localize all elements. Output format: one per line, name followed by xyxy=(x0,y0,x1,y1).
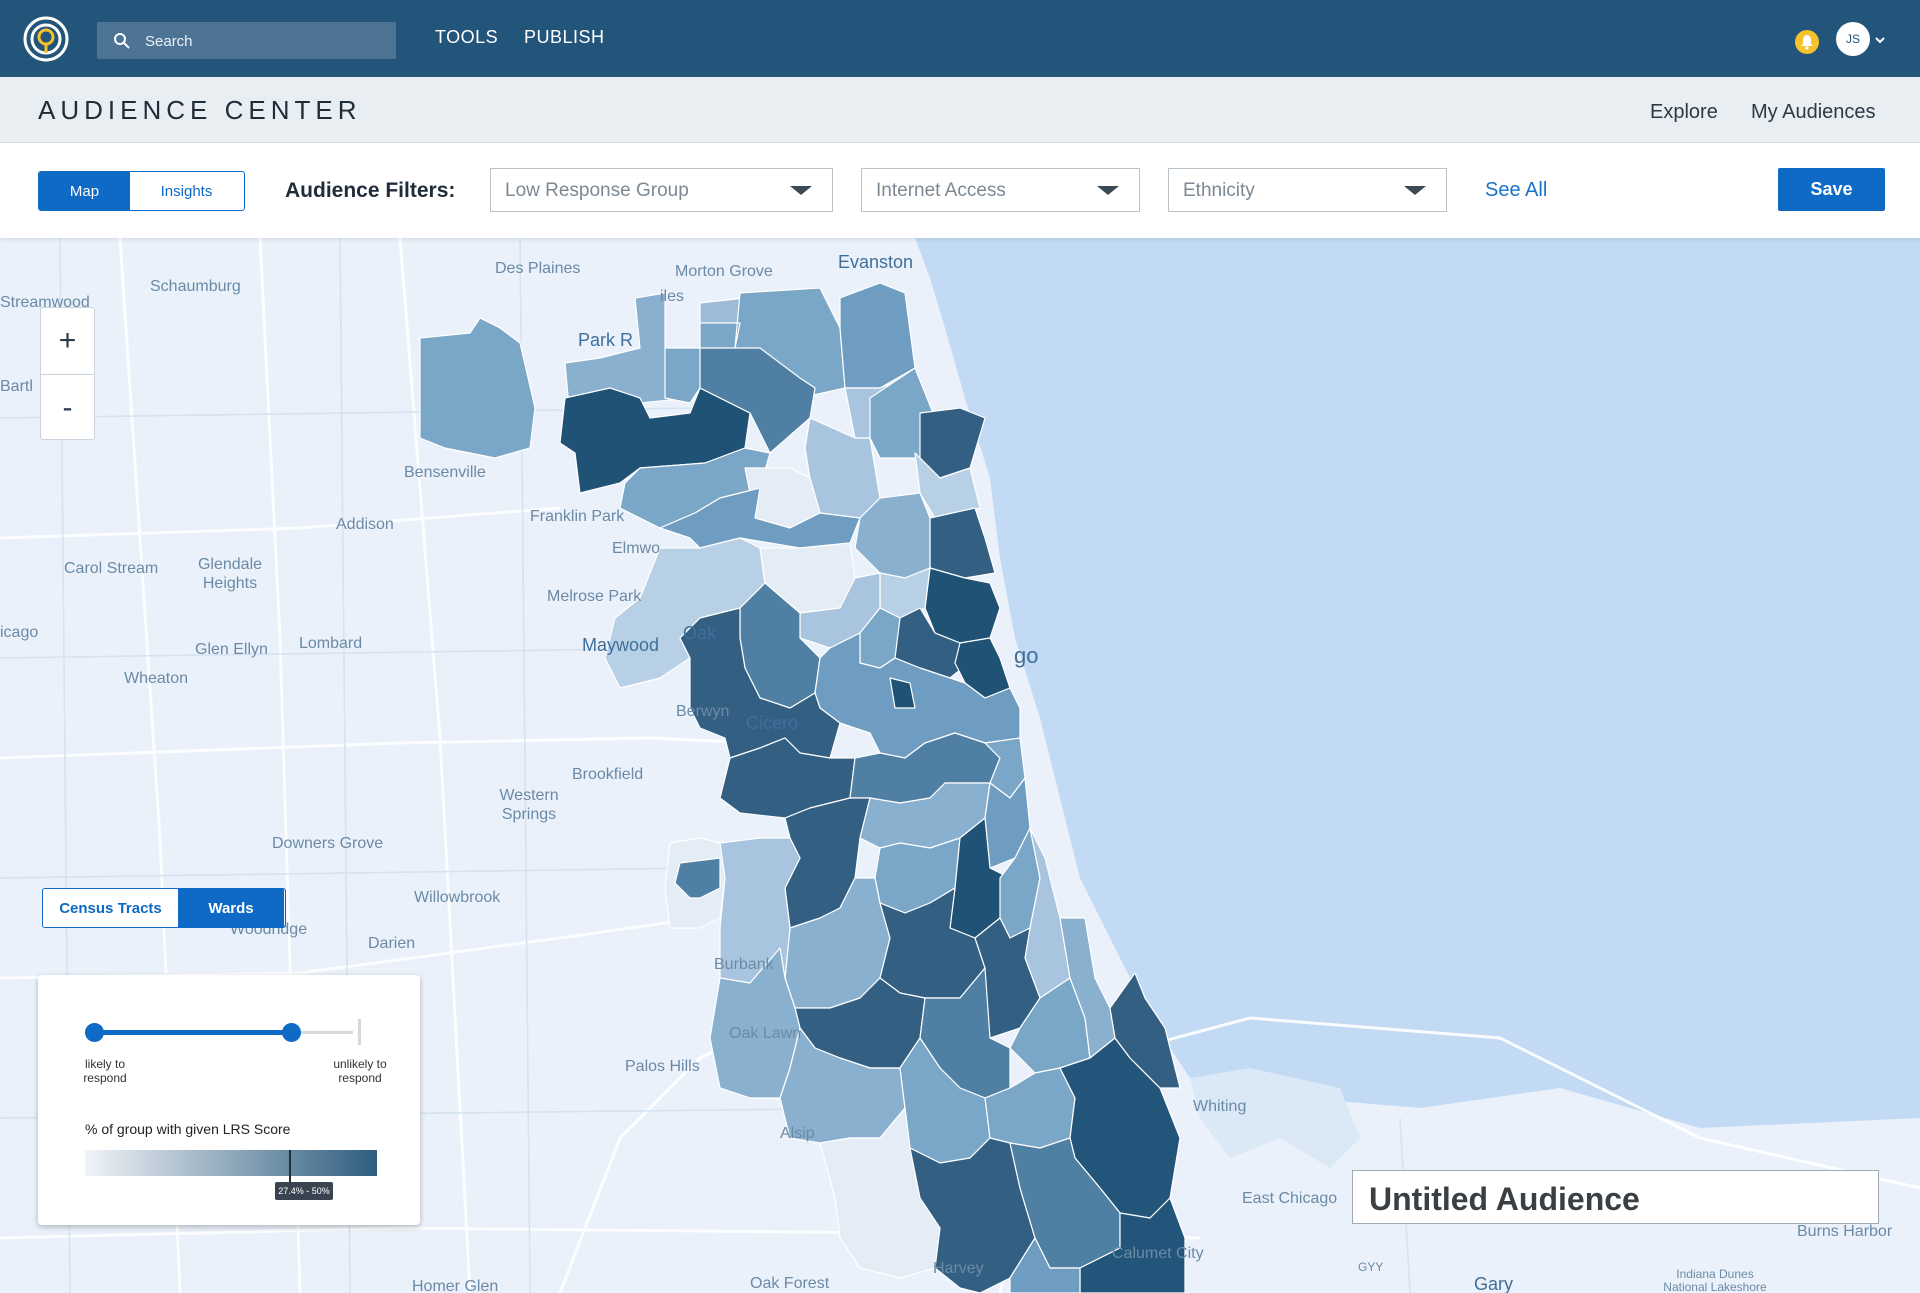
map-label: go xyxy=(1014,643,1039,668)
map-canvas[interactable]: Schaumburg Des Plaines Morton Grove Evan… xyxy=(0,238,1920,1293)
map-label: Schaumburg xyxy=(150,278,241,295)
zoom-out-button[interactable]: - xyxy=(41,374,94,440)
map-label: East Chicago xyxy=(1242,1190,1338,1207)
ward-rogers xyxy=(839,282,916,389)
slider-range xyxy=(95,1030,293,1035)
chevron-down-icon xyxy=(1097,186,1119,195)
likely-label: likely to respond xyxy=(83,1057,127,1085)
map-label: Bensenville xyxy=(404,464,486,481)
map-label: Lombard xyxy=(299,635,363,652)
map-label: Franklin Park xyxy=(530,508,625,525)
audience-title-input[interactable]: Untitled Audience xyxy=(1352,1170,1879,1224)
map-label: Downers Grove xyxy=(272,835,384,852)
legend-heading: % of group with given LRS Score xyxy=(85,1121,291,1137)
map-label: Melrose Park xyxy=(547,588,642,605)
map-label: Wheaton xyxy=(124,670,189,687)
audience-title: Untitled Audience xyxy=(1369,1181,1640,1217)
zoom-in-button[interactable]: + xyxy=(41,308,94,374)
top-nav: Search TOOLS PUBLISH JS xyxy=(0,0,1920,77)
map-label: Maywood xyxy=(582,635,660,655)
map-label: Oak Lawn xyxy=(729,1025,802,1042)
map-label: Morton Grove xyxy=(675,263,773,280)
page-title: AUDIENCE CENTER xyxy=(38,95,362,125)
chevron-down-icon xyxy=(1404,186,1426,195)
map-label: Cicero xyxy=(746,713,799,733)
map-label: Burbank xyxy=(714,956,774,973)
notification-bell-icon[interactable] xyxy=(1795,30,1819,54)
slider-handle-high[interactable] xyxy=(282,1023,302,1042)
range-tag: 27.4% - 50% xyxy=(275,1182,333,1200)
color-gradient-bar xyxy=(85,1150,377,1176)
map-label: Calumet City xyxy=(1112,1245,1204,1262)
user-avatar[interactable]: JS xyxy=(1836,22,1870,56)
map-label: Gary xyxy=(1474,1274,1514,1293)
dropdown-value: Low Response Group xyxy=(505,180,689,201)
map-label: Evanston xyxy=(838,252,914,272)
map-label: Glendale Heights xyxy=(197,556,263,592)
map-label: Homer Glen xyxy=(412,1278,499,1293)
dropdown-value: Ethnicity xyxy=(1183,180,1255,201)
filter-bar: Map Insights Audience Filters: Low Respo… xyxy=(0,143,1920,238)
tab-census-tracts[interactable]: Census Tracts xyxy=(43,889,178,927)
map-label: icago xyxy=(0,624,39,641)
map-label: Glen Ellyn xyxy=(195,641,268,658)
lrs-legend: likely to respond unlikely to respond % … xyxy=(38,975,420,1225)
tab-insights[interactable]: Insights xyxy=(130,172,243,210)
page-header: AUDIENCE CENTER Explore My Audiences xyxy=(0,77,1920,143)
nav-tools[interactable]: TOOLS xyxy=(435,27,498,48)
map-label: Bartl xyxy=(0,378,33,395)
zoom-control: + - xyxy=(40,307,95,440)
chevron-down-icon[interactable] xyxy=(1874,34,1886,46)
slider-end-tick xyxy=(358,1019,361,1045)
map-label: Willowbrook xyxy=(414,889,501,906)
unlikely-label: unlikely to respond xyxy=(333,1057,387,1085)
see-all-link[interactable]: See All xyxy=(1485,179,1547,202)
tab-map[interactable]: Map xyxy=(39,172,130,210)
dropdown-value: Internet Access xyxy=(876,180,1006,201)
map-label: Berwyn xyxy=(676,703,730,720)
search-icon xyxy=(114,33,130,49)
my-audiences-link[interactable]: My Audiences xyxy=(1751,101,1876,124)
map-label: GYY xyxy=(1358,1260,1384,1274)
search-bar[interactable]: Search xyxy=(97,22,396,59)
gradient-marker xyxy=(289,1150,291,1182)
map-label: Harvey xyxy=(933,1260,984,1277)
internet-access-dropdown[interactable]: Internet Access xyxy=(861,168,1140,212)
search-placeholder: Search xyxy=(145,33,193,50)
map-label: Carol Stream xyxy=(64,560,159,577)
map-label: Western Springs xyxy=(499,787,559,823)
layer-toggle: Census Tracts Wards xyxy=(42,888,286,928)
map-label: Addison xyxy=(336,516,394,533)
ethnicity-dropdown[interactable]: Ethnicity xyxy=(1168,168,1447,212)
map-label: Indiana Dunes National Lakeshore xyxy=(1663,1267,1767,1293)
nav-publish[interactable]: PUBLISH xyxy=(524,27,605,48)
map-label: iles xyxy=(660,288,685,305)
map-label: Oak xyxy=(683,623,717,643)
map-label: Park R xyxy=(578,330,634,350)
slider-handle-low[interactable] xyxy=(85,1023,104,1042)
map-label: Darien xyxy=(368,935,416,952)
map-label: Oak Forest xyxy=(750,1275,830,1292)
map-label: Elmwo xyxy=(612,540,661,557)
map-label: Burns Harbor xyxy=(1797,1223,1893,1240)
tab-wards[interactable]: Wards xyxy=(178,889,284,927)
low-response-group-dropdown[interactable]: Low Response Group xyxy=(490,168,833,212)
audience-filters-label: Audience Filters: xyxy=(285,179,456,202)
map-label: Whiting xyxy=(1193,1098,1247,1115)
map-label: Brookfield xyxy=(572,766,644,783)
app-logo-icon[interactable] xyxy=(22,15,70,63)
map-label: Palos Hills xyxy=(625,1058,700,1075)
map-label: Des Plaines xyxy=(495,260,581,277)
save-button[interactable]: Save xyxy=(1778,168,1885,211)
view-toggle: Map Insights xyxy=(38,171,245,211)
chevron-down-icon xyxy=(790,186,812,195)
map-label: Alsip xyxy=(780,1125,815,1142)
explore-link[interactable]: Explore xyxy=(1650,101,1718,124)
